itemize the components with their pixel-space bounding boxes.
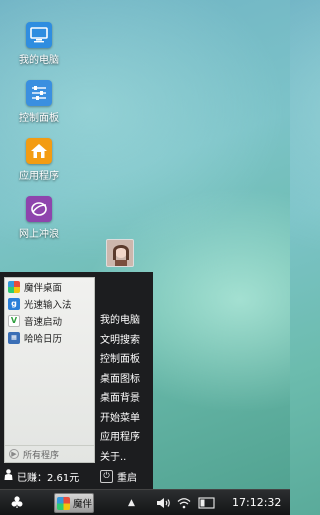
mobang-icon bbox=[8, 280, 20, 293]
taskbar-item-mobang[interactable]: 魔伴 bbox=[54, 493, 94, 513]
volume-icon bbox=[157, 498, 170, 508]
wifi-icon bbox=[177, 498, 191, 509]
pinned-item-label: 魔伴桌面 bbox=[24, 282, 63, 294]
pinned-item-calendar[interactable]: ▦ 哈哈日历 bbox=[5, 329, 94, 346]
mobang-icon bbox=[57, 496, 70, 510]
all-programs-button[interactable]: ▶ 所有程序 bbox=[5, 445, 94, 462]
pinned-item-label: 哈哈日历 bbox=[24, 333, 63, 345]
desktop-icon-label: 应用程序 bbox=[19, 171, 59, 182]
all-programs-label: 所有程序 bbox=[23, 450, 60, 461]
desktop-icon-control-panel[interactable]: 控制面板 bbox=[6, 80, 72, 124]
restart-button[interactable]: ⏻ 重启 bbox=[100, 469, 137, 484]
caret-up-icon: ▲ bbox=[128, 498, 135, 508]
desktop-icon-label: 网上冲浪 bbox=[19, 229, 59, 240]
pinned-item-mobang-desktop[interactable]: 魔伴桌面 bbox=[5, 278, 94, 295]
battery-button[interactable] bbox=[198, 490, 216, 515]
home-icon bbox=[26, 138, 52, 164]
volume-button[interactable] bbox=[156, 490, 171, 515]
tray-expand-button[interactable]: ▲ bbox=[128, 490, 135, 515]
pinned-item-label: 音速启动 bbox=[24, 316, 63, 328]
wifi-button[interactable] bbox=[177, 490, 191, 515]
menu-link-about[interactable]: 关于.. bbox=[100, 448, 140, 468]
pinned-item-vstart[interactable]: V 音速启动 bbox=[5, 312, 94, 329]
earnings-text: 已赚：2.61元 bbox=[17, 472, 80, 484]
arrow-right-icon: ▶ bbox=[9, 449, 19, 459]
menu-link-desktop-background[interactable]: 桌面背景 bbox=[100, 389, 140, 409]
menu-link-start-menu[interactable]: 开始菜单 bbox=[100, 409, 140, 429]
browser-icon bbox=[26, 196, 52, 222]
clover-icon: ♣ bbox=[9, 493, 25, 512]
power-icon: ⏻ bbox=[100, 469, 113, 483]
person-icon bbox=[4, 469, 13, 483]
vstart-icon: V bbox=[8, 314, 20, 327]
pinned-item-label: 光速输入法 bbox=[24, 299, 72, 311]
start-button[interactable]: ♣ bbox=[8, 494, 26, 512]
control-panel-icon bbox=[26, 80, 52, 106]
start-menu-footer: 已赚：2.61元 ⏻ 重启 bbox=[4, 468, 150, 484]
taskbar-item-label: 魔伴 bbox=[73, 499, 93, 510]
restart-label: 重启 bbox=[117, 472, 137, 484]
desktop-icon-web-surf[interactable]: 网上冲浪 bbox=[6, 196, 72, 240]
start-menu-links: 我的电脑 文明搜索 控制面板 桌面图标 桌面背景 开始菜单 应用程序 关于.. bbox=[100, 311, 140, 467]
computer-icon bbox=[26, 22, 52, 48]
menu-link-control-panel[interactable]: 控制面板 bbox=[100, 350, 140, 370]
desktop-icon-my-computer[interactable]: 我的电脑 bbox=[6, 22, 72, 66]
desktop-icon-label: 控制面板 bbox=[19, 113, 59, 124]
start-menu-pinned-panel: 魔伴桌面 g 光速输入法 V 音速启动 ▦ 哈哈日历 ▶ 所有程序 bbox=[4, 277, 95, 463]
start-menu: 魔伴桌面 g 光速输入法 V 音速启动 ▦ 哈哈日历 ▶ 所有程序 我的电脑 文… bbox=[0, 239, 153, 489]
user-avatar[interactable] bbox=[106, 239, 134, 267]
taskbar: ♣ 魔伴 ▲ 17:12:32 bbox=[0, 489, 290, 515]
input-method-icon: g bbox=[8, 297, 20, 310]
desktop-icon-label: 我的电脑 bbox=[19, 55, 59, 66]
pinned-item-input-method[interactable]: g 光速输入法 bbox=[5, 295, 94, 312]
battery-icon bbox=[198, 497, 215, 509]
menu-link-my-computer[interactable]: 我的电脑 bbox=[100, 311, 140, 331]
clock[interactable]: 17:12:32 bbox=[232, 490, 281, 515]
calendar-icon: ▦ bbox=[8, 331, 20, 344]
desktop-icon-applications[interactable]: 应用程序 bbox=[6, 138, 72, 182]
menu-link-desktop-icons[interactable]: 桌面图标 bbox=[100, 370, 140, 390]
earnings-display: 已赚：2.61元 bbox=[4, 469, 79, 484]
menu-link-applications[interactable]: 应用程序 bbox=[100, 428, 140, 448]
menu-link-search[interactable]: 文明搜索 bbox=[100, 331, 140, 351]
